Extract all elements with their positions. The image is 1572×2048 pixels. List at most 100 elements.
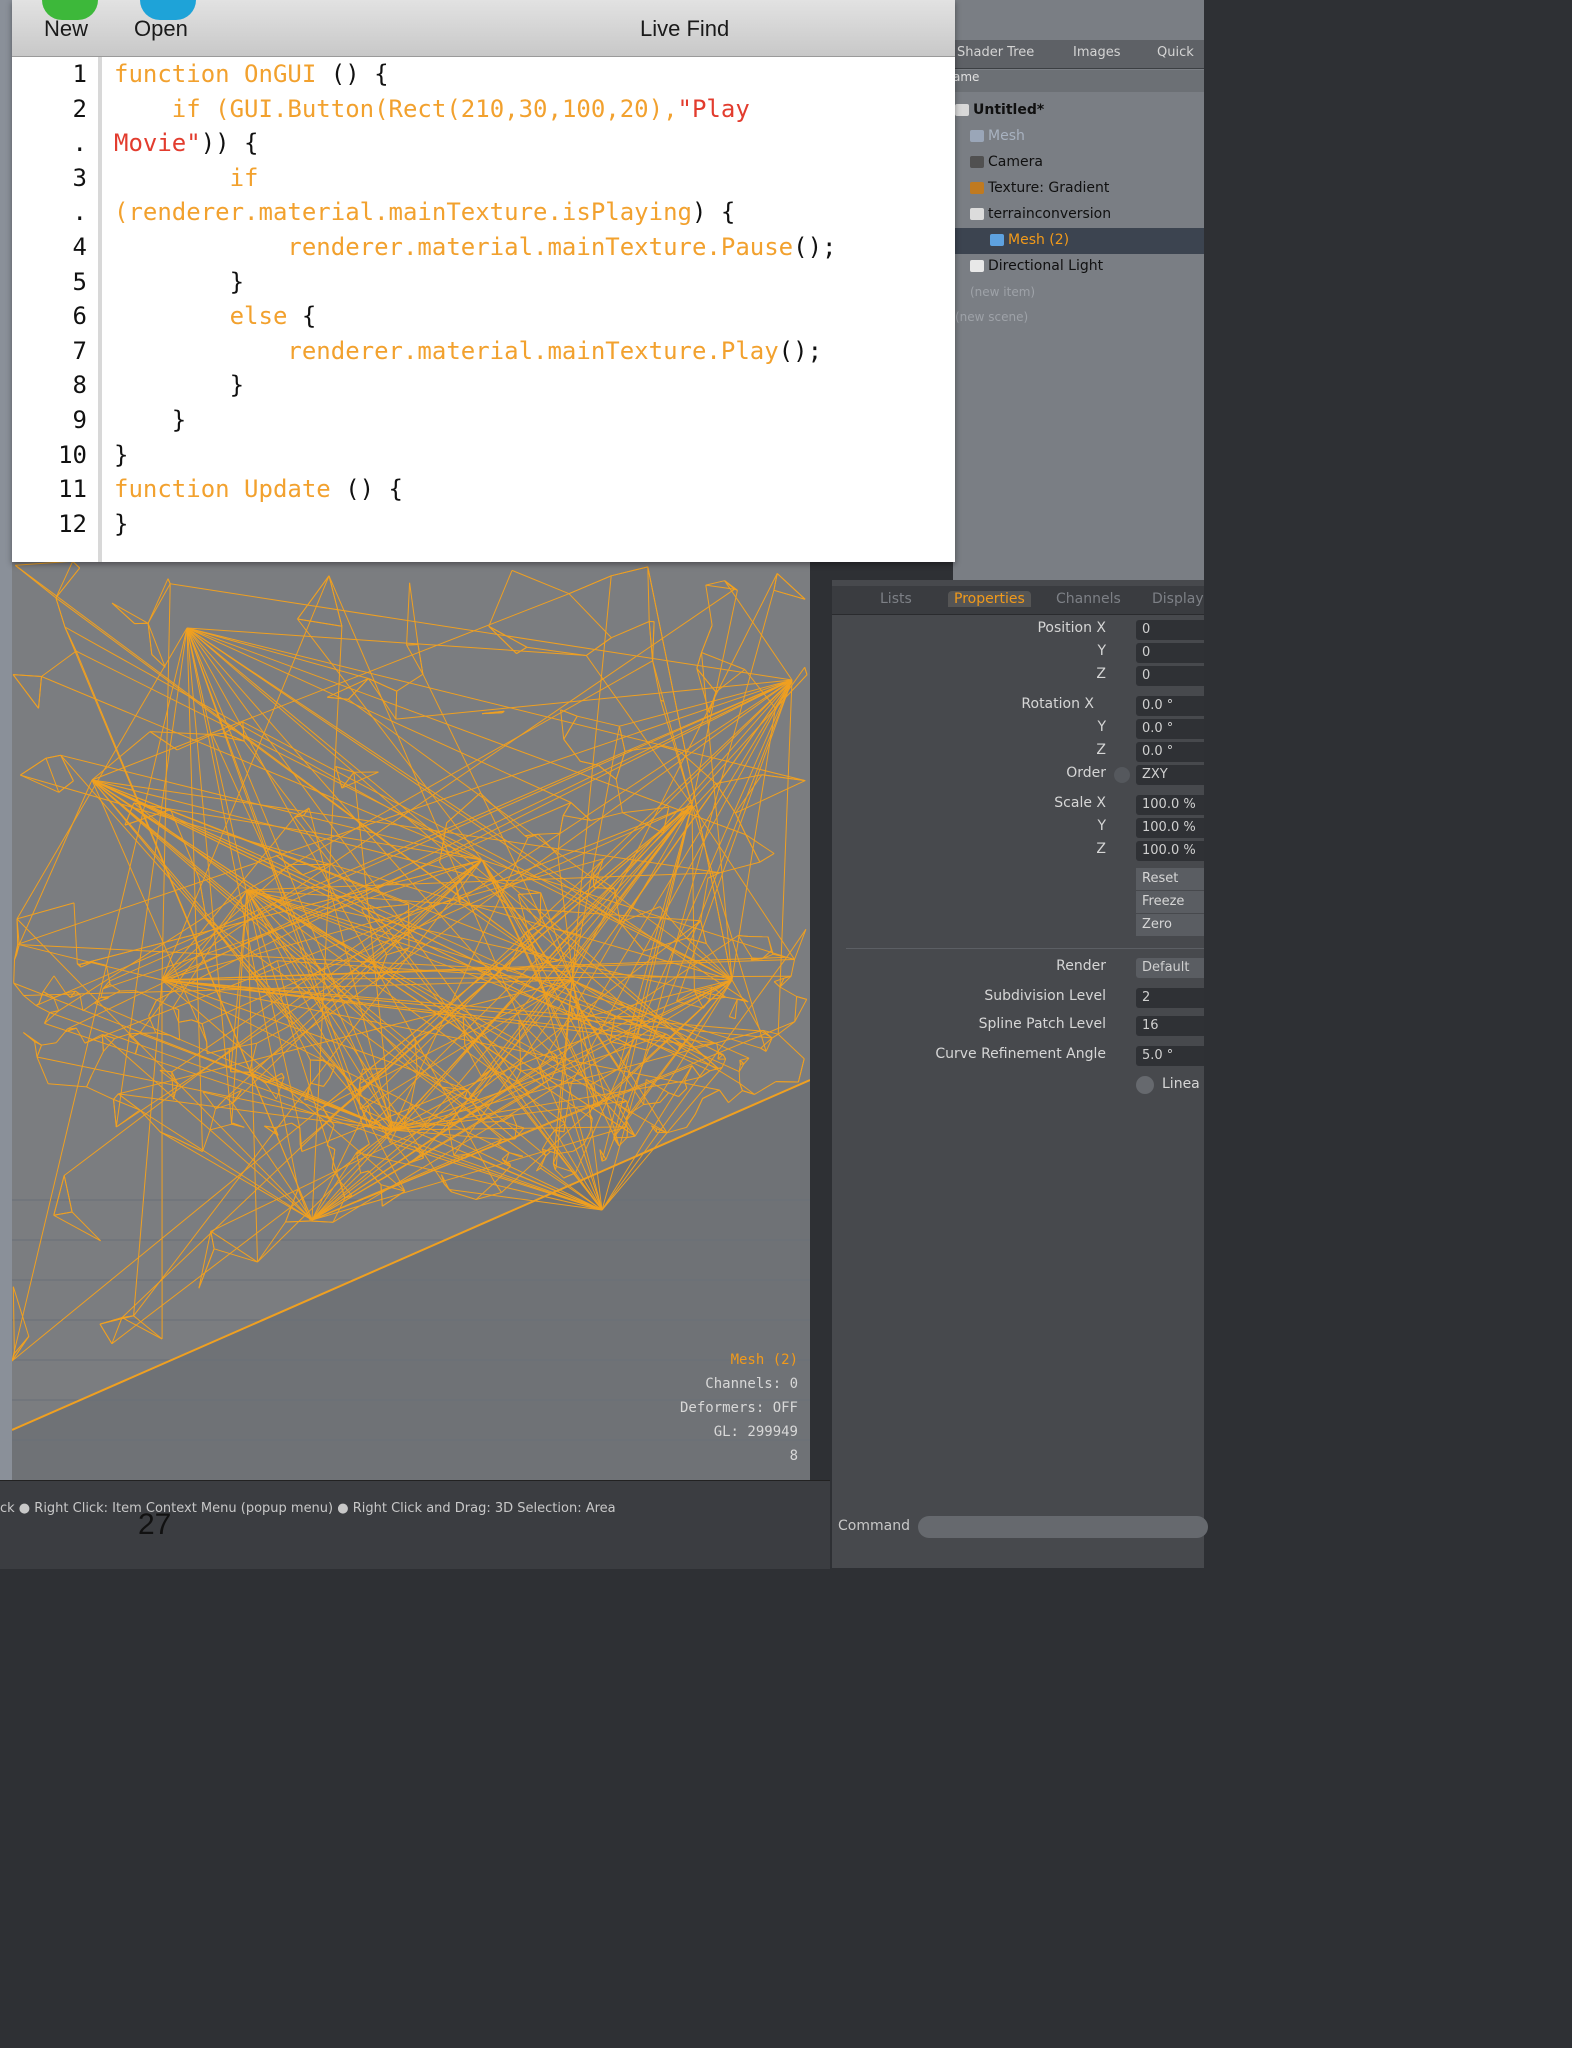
mesh-edge <box>362 1068 384 1070</box>
tree-item-label: Mesh (2) <box>1008 232 1070 248</box>
scale-x-field[interactable]: 100.0 % <box>1136 795 1204 815</box>
scale-z-label: Z <box>1096 841 1106 857</box>
open-button[interactable]: Open <box>134 16 188 42</box>
live-find-button[interactable]: Live Find <box>640 16 729 42</box>
new-button[interactable]: New <box>44 16 88 42</box>
mesh-edge <box>139 1032 156 1034</box>
tree-item-label: Directional Light <box>988 258 1104 274</box>
rotation-x-field[interactable]: 0.0 ° <box>1136 696 1204 716</box>
line-number: 2 <box>72 94 87 123</box>
linear-label: Linea <box>1162 1076 1200 1092</box>
group-icon <box>970 208 984 220</box>
item-list-tabbar: Shader Tree Images Quick <box>953 40 1204 69</box>
3d-viewport[interactable]: Mesh (2) Channels: 0 Deformers: OFF GL: … <box>12 560 810 1480</box>
position-z-label: Z <box>1096 666 1106 682</box>
tree-item-directional-light[interactable]: Directional Light <box>970 258 1103 274</box>
tab-display[interactable]: Display <box>1152 591 1204 607</box>
linear-checkbox[interactable] <box>1136 1076 1154 1094</box>
mesh-edge <box>310 1059 323 1061</box>
reset-button[interactable]: Reset <box>1136 868 1204 890</box>
position-x-field[interactable]: 0 <box>1136 620 1204 640</box>
tab-properties[interactable]: Properties <box>948 591 1031 607</box>
mesh-edge <box>571 1083 592 1085</box>
tab-lists[interactable]: Lists <box>880 591 912 607</box>
tree-item-label: Untitled* <box>973 102 1045 118</box>
position-z-field[interactable]: 0 <box>1136 666 1204 686</box>
command-label: Command <box>838 1518 910 1534</box>
scale-y-field[interactable]: 100.0 % <box>1136 818 1204 838</box>
command-input[interactable] <box>918 1516 1208 1538</box>
tree-item-label: Mesh <box>988 128 1025 144</box>
page-number: 27 <box>138 1508 172 1541</box>
code-token: function OnGUI <box>114 60 317 88</box>
scale-z-field[interactable]: 100.0 % <box>1136 841 1204 861</box>
mesh-edge <box>718 1053 724 1055</box>
order-label: Order <box>1066 765 1106 781</box>
camera-icon <box>970 156 984 168</box>
tab-channels[interactable]: Channels <box>1056 591 1121 607</box>
spline-patch-label: Spline Patch Level <box>978 1016 1106 1032</box>
code-line: if <box>114 164 259 192</box>
mesh-icon <box>970 130 984 142</box>
viewport-extra-count: 8 <box>789 1448 798 1464</box>
line-number: 7 <box>72 336 87 365</box>
line-number: 5 <box>72 267 87 296</box>
mesh-edge <box>626 1127 629 1138</box>
spline-patch-field[interactable]: 16 <box>1136 1016 1204 1036</box>
tree-item-texture-gradient[interactable]: Texture: Gradient <box>970 180 1109 196</box>
curve-refinement-field[interactable]: 5.0 ° <box>1136 1046 1204 1066</box>
subdivision-field[interactable]: 2 <box>1136 988 1204 1008</box>
line-number: . <box>72 198 87 227</box>
divider <box>846 948 1204 949</box>
code-token: () { <box>330 475 403 504</box>
code-line: } <box>114 441 128 469</box>
tree-item-terrainconversion[interactable]: terrainconversion <box>970 206 1111 222</box>
tree-item-label: Camera <box>988 154 1043 170</box>
wireframe-mesh <box>12 560 810 1441</box>
code-token: function Update <box>114 475 331 504</box>
code-line: renderer.material.mainTexture.Pause(); <box>114 233 836 261</box>
code-line: } <box>114 406 186 434</box>
tree-item-mesh-2[interactable]: Mesh (2) <box>990 232 1069 248</box>
tree-item-untitled[interactable]: Untitled* <box>955 102 1044 118</box>
code-token: (); <box>793 233 837 261</box>
scale-y-label: Y <box>1097 818 1106 834</box>
code-token: if (GUI.Button(Rect <box>114 94 447 123</box>
line-number: 1 <box>72 60 87 88</box>
tree-item-new-scene[interactable]: (new scene) <box>955 310 1028 324</box>
render-label: Render <box>1056 958 1106 974</box>
rotation-y-label: Y <box>1097 719 1106 735</box>
item-list-header: ame <box>953 70 1204 92</box>
code-token: (); <box>778 336 823 365</box>
texture-icon <box>970 182 984 194</box>
line-number: 12 <box>58 509 87 538</box>
code-token: Movie" <box>114 129 201 158</box>
position-y-label: Y <box>1097 643 1106 659</box>
line-number: 8 <box>72 371 87 400</box>
name-column-header: ame <box>953 70 980 84</box>
code-line: else { <box>114 302 317 330</box>
code-token: () { <box>316 60 389 88</box>
order-select[interactable]: ZXY <box>1136 765 1204 785</box>
tree-item-mesh[interactable]: Mesh <box>970 128 1025 144</box>
position-y-field[interactable]: 0 <box>1136 643 1204 663</box>
line-number: 6 <box>72 302 87 331</box>
tree-item-camera[interactable]: Camera <box>970 154 1043 170</box>
code-line: (renderer.material.mainTexture.isPlaying… <box>114 198 735 226</box>
tab-shader-tree[interactable]: Shader Tree <box>957 45 1034 60</box>
rotation-y-field[interactable]: 0.0 ° <box>1136 719 1204 739</box>
mesh-edge <box>467 1154 469 1157</box>
rotation-label: Rotation X <box>1021 696 1094 712</box>
code-token: )) { <box>200 129 259 158</box>
tab-quick[interactable]: Quick <box>1157 45 1194 60</box>
freeze-button[interactable]: Freeze <box>1136 891 1204 913</box>
code-line: Movie")) { <box>114 129 259 157</box>
tab-images[interactable]: Images <box>1073 45 1121 60</box>
render-select[interactable]: Default <box>1136 958 1204 978</box>
order-dropdown-icon[interactable] <box>1114 767 1130 783</box>
rotation-z-field[interactable]: 0.0 ° <box>1136 742 1204 762</box>
rotation-z-label: Z <box>1096 742 1106 758</box>
code-token: renderer.material.mainTexture.Play <box>114 336 779 365</box>
zero-button[interactable]: Zero <box>1136 914 1204 936</box>
tree-item-new-item[interactable]: (new item) <box>970 285 1035 299</box>
